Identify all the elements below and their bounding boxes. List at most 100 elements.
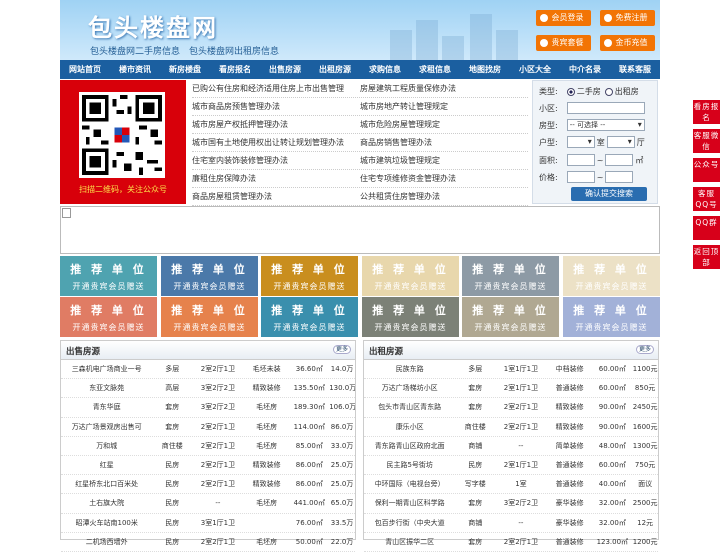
listing-row[interactable]: 包百步行街（中央大道 商铺 -- 豪华装修 32.00㎡ 12元 <box>364 514 658 533</box>
login-button[interactable]: 会员登录 <box>536 10 591 26</box>
listing-location[interactable]: 包头市青山区青东路 <box>364 402 455 412</box>
recommend-slot[interactable]: 推 荐 单 位开通贵宾会员赠送 <box>161 297 258 337</box>
policy-link[interactable]: 住宅专项维修资金管理办法 <box>360 170 528 187</box>
nav-agents[interactable]: 中介名录 <box>560 60 610 79</box>
hall-select[interactable] <box>606 136 635 148</box>
housetype-select[interactable]: -- 可选择 -- <box>566 119 645 131</box>
side-official-account[interactable]: 公众号 <box>693 158 720 182</box>
nav-news[interactable]: 楼市资讯 <box>110 60 160 79</box>
nav-communities[interactable]: 小区大全 <box>510 60 560 79</box>
listing-row[interactable]: 土右旗大院 民房 -- 毛坯房 441.00㎡ 65.0万 <box>61 494 355 514</box>
side-service-wechat[interactable]: 客服微信 <box>693 129 720 153</box>
nav-home[interactable]: 网站首页 <box>60 60 110 79</box>
listing-row[interactable]: 万和城 商住楼 2室2厅1卫 毛坯房 85.00㎡ 33.0万 <box>61 437 355 456</box>
listing-location[interactable]: 青山区振华二区 <box>364 537 455 547</box>
ad-banner[interactable] <box>60 206 660 254</box>
nav-for-sale[interactable]: 出售房源 <box>260 60 310 79</box>
listing-row[interactable]: 青东路青山区政府北面 商铺 -- 简单装修 48.00㎡ 1300元 <box>364 437 658 456</box>
nav-want-rent[interactable]: 求租信息 <box>410 60 460 79</box>
listing-location[interactable]: 二机场西墙外 <box>61 537 152 547</box>
listing-location[interactable]: 万和城 <box>61 441 152 451</box>
recommend-slot[interactable]: 推 荐 单 位开通贵宾会员赠送 <box>563 297 660 337</box>
room-select[interactable] <box>566 136 595 148</box>
policy-link[interactable]: 商品房销售管理办法 <box>360 134 528 151</box>
recommend-slot[interactable]: 推 荐 单 位开通贵宾会员赠送 <box>563 256 660 296</box>
policy-link[interactable]: 廉租住房保障办法 <box>192 170 360 187</box>
nav-contact[interactable]: 联系客服 <box>610 60 660 79</box>
policy-link[interactable]: 住宅室内装饰装修管理办法 <box>192 152 360 169</box>
price-max-input[interactable] <box>605 171 634 183</box>
recommend-slot[interactable]: 推 荐 单 位开通贵宾会员赠送 <box>462 256 559 296</box>
listing-location[interactable]: 包百步行街（中央大道 <box>364 518 455 528</box>
vip-package-button[interactable]: 贵宾套餐 <box>536 35 591 51</box>
nav-new-homes[interactable]: 新房楼盘 <box>160 60 210 79</box>
recommend-slot[interactable]: 推 荐 单 位开通贵宾会员赠送 <box>261 297 358 337</box>
listing-row[interactable]: 红星 民房 2室2厅1卫 精致装修 86.00㎡ 25.0万 <box>61 456 355 476</box>
nav-map[interactable]: 地图找房 <box>460 60 510 79</box>
listing-row[interactable]: 保利一期青山区科学路 套房 3室2厅2卫 豪华装修 32.00㎡ 2500元 <box>364 494 658 514</box>
site-title[interactable]: 包头楼盘网 <box>88 8 218 43</box>
recommend-slot[interactable]: 推 荐 单 位开通贵宾会员赠送 <box>261 256 358 296</box>
recommend-slot[interactable]: 推 荐 单 位开通贵宾会员赠送 <box>362 297 459 337</box>
recommend-slot[interactable]: 推 荐 单 位开通贵宾会员赠送 <box>161 256 258 296</box>
listing-row[interactable]: 昭潭火车站南100米 民房 3室1厅1卫 76.00㎡ 33.5万 <box>61 514 355 533</box>
radio-second-hand[interactable] <box>566 87 575 96</box>
listing-location[interactable]: 青东华庭 <box>61 402 152 412</box>
side-service-qq[interactable]: 客服QQ号 <box>693 187 720 211</box>
listing-row[interactable]: 东亚文脉苑 高层 3室2厅2卫 精致装修 135.50㎡ 130.0万 <box>61 379 355 399</box>
rent-more-link[interactable]: 更多 <box>636 345 654 354</box>
nav-for-rent[interactable]: 出租房源 <box>310 60 360 79</box>
listing-row[interactable]: 民主路5号街坊 民房 2室1厅1卫 普通装修 60.00㎡ 750元 <box>364 456 658 476</box>
radio-rental[interactable] <box>604 87 613 96</box>
listing-location[interactable]: 青东路青山区政府北面 <box>364 441 455 451</box>
nav-viewing-signup[interactable]: 看房报名 <box>210 60 260 79</box>
register-button[interactable]: 免费注册 <box>600 10 655 26</box>
listing-row[interactable]: 包头市青山区青东路 套房 2室2厅1卫 精致装修 90.00㎡ 2450元 <box>364 398 658 418</box>
policy-link[interactable]: 房屋建筑工程质量保修办法 <box>360 80 528 97</box>
listing-row[interactable]: 中环国际（电视台旁） 写字楼 1室 普通装修 40.00㎡ 面议 <box>364 475 658 495</box>
listing-location[interactable]: 民族东路 <box>364 364 455 374</box>
listing-location[interactable]: 东亚文脉苑 <box>61 383 152 393</box>
listing-row[interactable]: 康乐小区 商住楼 2室2厅1卫 精致装修 90.00㎡ 1600元 <box>364 418 658 437</box>
side-back-to-top[interactable]: 返回顶部 <box>693 245 720 269</box>
listing-location[interactable]: 三森机电广场商业一号 <box>61 364 152 374</box>
policy-link[interactable]: 公共租赁住房管理办法 <box>360 188 528 205</box>
side-qq-group[interactable]: QQ群 <box>693 216 720 240</box>
policy-link[interactable]: 已购公有住房和经济适用住房上市出售管理 <box>192 80 360 97</box>
listing-location[interactable]: 保利一期青山区科学路 <box>364 498 455 508</box>
recommend-slot[interactable]: 推 荐 单 位开通贵宾会员赠送 <box>462 297 559 337</box>
policy-link[interactable]: 城市房屋产权抵押管理办法 <box>192 116 360 133</box>
listing-location[interactable]: 民主路5号街坊 <box>364 460 455 470</box>
price-min-input[interactable] <box>566 171 595 183</box>
coin-recharge-button[interactable]: 金币充值 <box>600 35 655 51</box>
search-submit-button[interactable]: 确认提交搜索 <box>571 187 647 201</box>
listing-location[interactable]: 中环国际（电视台旁） <box>364 479 455 489</box>
listing-row[interactable]: 青东华庭 套房 3室2厅2卫 毛坯房 189.30㎡ 106.0万 <box>61 398 355 418</box>
policy-link[interactable]: 城市建筑垃圾管理规定 <box>360 152 528 169</box>
listing-row[interactable]: 民族东路 多层 1室1厅1卫 中档装修 60.00㎡ 1100元 <box>364 360 658 380</box>
listing-row[interactable]: 万达广场梯坊小区 套房 2室1厅1卫 普通装修 60.00㎡ 850元 <box>364 379 658 399</box>
sale-more-link[interactable]: 更多 <box>333 345 351 354</box>
listing-location[interactable]: 昭潭火车站南100米 <box>61 518 152 528</box>
listing-row[interactable]: 红星桥东北口百米处 民房 2室2厅1卫 精致装修 86.00㎡ 25.0万 <box>61 475 355 495</box>
area-min-input[interactable] <box>566 154 595 166</box>
policy-link[interactable]: 商品房屋租赁管理办法 <box>192 188 360 205</box>
listing-row[interactable]: 二机场西墙外 民房 2室2厅1卫 毛坯房 50.00㎡ 22.0万 <box>61 533 355 552</box>
listing-location[interactable]: 康乐小区 <box>364 422 455 432</box>
recommend-slot[interactable]: 推 荐 单 位开通贵宾会员赠送 <box>362 256 459 296</box>
recommend-slot[interactable]: 推 荐 单 位开通贵宾会员赠送 <box>60 297 157 337</box>
policy-link[interactable]: 城市国有土地使用权出让转让规划管理办法 <box>192 134 360 151</box>
listing-row[interactable]: 青山区振华二区 套房 2室2厅1卫 普通装修 123.00㎡ 1200元 <box>364 533 658 552</box>
listing-location[interactable]: 红星 <box>61 460 152 470</box>
listing-location[interactable]: 土右旗大院 <box>61 498 152 508</box>
area-max-input[interactable] <box>605 154 634 166</box>
listing-location[interactable]: 万达广场景观房出售可 <box>61 422 152 432</box>
policy-link[interactable]: 城市商品房预售管理办法 <box>192 98 360 115</box>
listing-row[interactable]: 三森机电广场商业一号 多层 2室2厅1卫 毛坯未装 36.60㎡ 14.0万 <box>61 360 355 380</box>
community-input[interactable] <box>566 102 645 114</box>
nav-want-buy[interactable]: 求购信息 <box>360 60 410 79</box>
listing-row[interactable]: 万达广场景观房出售可 套房 2室2厅1卫 毛坯房 114.00㎡ 86.0万 <box>61 418 355 437</box>
side-viewing-signup[interactable]: 看房报名 <box>693 100 720 124</box>
policy-link[interactable]: 城市危险房屋管理规定 <box>360 116 528 133</box>
listing-location[interactable]: 红星桥东北口百米处 <box>61 479 152 489</box>
